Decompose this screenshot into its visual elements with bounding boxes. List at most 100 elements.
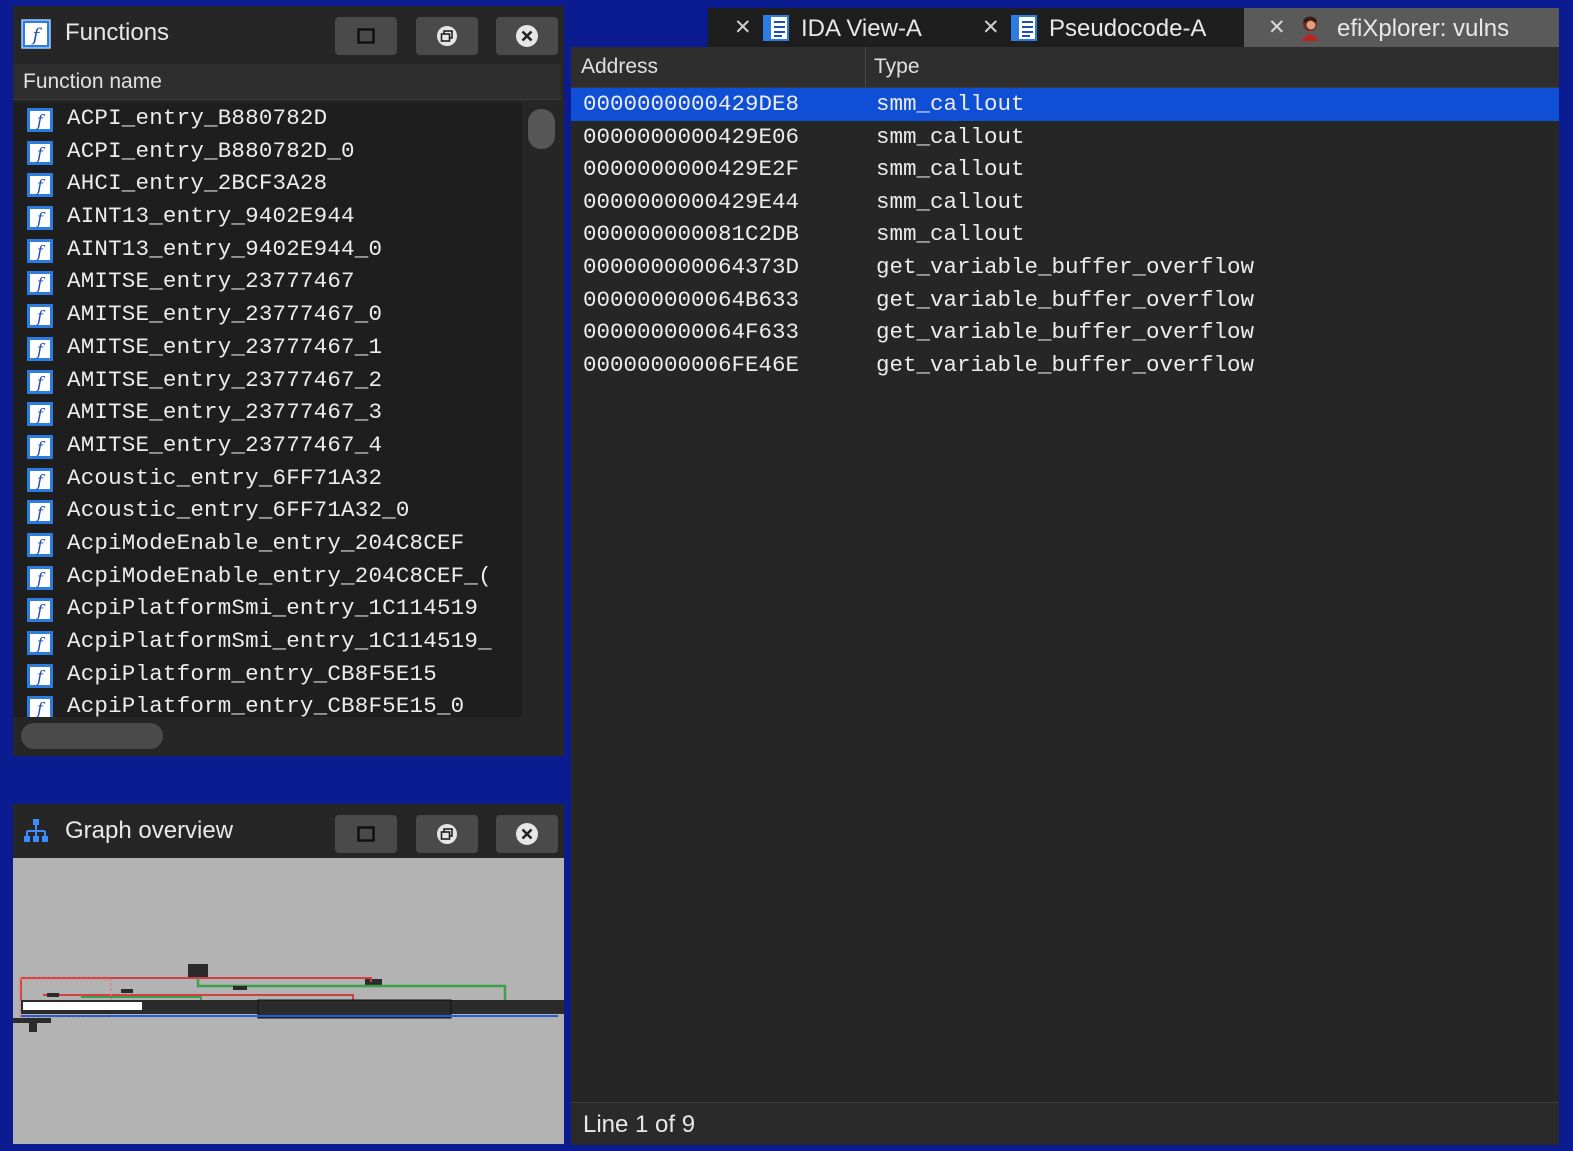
function-name: AINT13_entry_9402E944 <box>67 203 355 230</box>
function-list-item[interactable]: f AcpiPlatformSmi_entry_1C114519 <box>13 592 522 625</box>
type-cell: smm_callout <box>876 188 1025 215</box>
function-name: Acoustic_entry_6FF71A32_0 <box>67 497 410 524</box>
function-name: ACPI_entry_B880782D_0 <box>67 137 355 164</box>
table-row[interactable]: 00000000006FE46E get_variable_buffer_over… <box>571 349 1559 382</box>
function-name: AMITSE_entry_23777467_0 <box>67 301 383 328</box>
graph-tree-icon <box>24 819 48 842</box>
type-cell: get_variable_buffer_overflow <box>876 351 1255 378</box>
type-cell: smm_callout <box>876 91 1025 117</box>
function-list-item[interactable]: f ACPI_entry_B880782D <box>13 102 522 135</box>
functions-vertical-scroll-thumb[interactable] <box>528 109 555 149</box>
function-f-icon: f <box>27 173 53 198</box>
function-name: AHCI_entry_2BCF3A28 <box>67 170 328 197</box>
function-f-icon: f <box>27 565 53 590</box>
function-name: AMITSE_entry_23777467_2 <box>67 366 383 393</box>
graph-maximize-button[interactable] <box>335 815 397 853</box>
tab-close-icon[interactable]: ✕ <box>1268 15 1286 40</box>
function-list-item[interactable]: f AcpiPlatform_entry_CB8F5E15 <box>13 658 522 691</box>
close-icon <box>516 25 538 47</box>
function-list-item[interactable]: f AMITSE_entry_23777467_3 <box>13 396 522 429</box>
function-list-item[interactable]: f AINT13_entry_9402E944_0 <box>13 233 522 266</box>
functions-list[interactable]: f ACPI_entry_B880782D f ACPI_entry_B880782D… <box>13 102 522 717</box>
graph-overview-canvas[interactable] <box>13 858 564 1144</box>
status-text: Line 1 of 9 <box>583 1111 696 1138</box>
graph-overview-title: Graph overview <box>65 817 234 844</box>
type-cell: get_variable_buffer_overflow <box>876 319 1255 346</box>
function-f-icon: f <box>27 336 53 361</box>
function-list-item[interactable]: f AMITSE_entry_23777467 <box>13 265 522 298</box>
function-list-item[interactable]: f Acoustic_entry_6FF71A32_0 <box>13 494 522 527</box>
restore-window-icon <box>437 824 457 844</box>
tab-ida-view[interactable]: ✕ IDA View-A <box>708 8 956 48</box>
function-f-icon: f <box>27 696 53 717</box>
function-list-item[interactable]: f AcpiPlatformSmi_entry_1C114519_ <box>13 625 522 658</box>
functions-panel: f Functions Function name f ACPI_entry_B8… <box>13 6 564 756</box>
function-f-icon: f <box>27 434 53 459</box>
graph-close-button[interactable] <box>496 815 558 853</box>
function-name: AcpiPlatform_entry_CB8F5E15 <box>67 660 437 687</box>
function-f-icon: f <box>27 467 53 492</box>
graph-node-current <box>23 1002 142 1010</box>
float-button[interactable] <box>416 17 478 55</box>
function-name-column-header[interactable]: Function name <box>13 64 561 100</box>
function-list-item[interactable]: f AMITSE_entry_23777467_2 <box>13 364 522 397</box>
address-cell: 0000000000429E06 <box>583 123 800 150</box>
address-cell: 0000000000429E2F <box>583 156 800 183</box>
function-f-icon: f <box>27 304 53 329</box>
tab-efixplorer-vulns[interactable]: ✕ efiXplorer: vulns <box>1244 8 1559 48</box>
graph-float-button[interactable] <box>416 815 478 853</box>
function-name: AcpiModeEnable_entry_204C8CEF_( <box>67 562 492 589</box>
function-name: AcpiPlatform_entry_CB8F5E15_0 <box>67 693 465 717</box>
table-row[interactable]: 0000000000429DE8 smm_callout <box>571 88 1559 121</box>
close-panel-button[interactable] <box>496 17 558 55</box>
tab-bar: ✕ IDA View-A ✕ Pseudocode-A ✕ efiXplorer… <box>708 8 1559 48</box>
graph-node <box>47 993 59 997</box>
function-name: AMITSE_entry_23777467_3 <box>67 399 383 426</box>
function-name: AMITSE_entry_23777467_4 <box>67 431 383 458</box>
type-column-header[interactable]: Type <box>874 55 920 79</box>
function-list-item[interactable]: f AcpiPlatform_entry_CB8F5E15_0 <box>13 690 522 717</box>
tab-pseudocode[interactable]: ✕ Pseudocode-A <box>978 8 1240 48</box>
table-row[interactable]: 0000000000429E06 smm_callout <box>571 121 1559 154</box>
tab-close-icon[interactable]: ✕ <box>734 15 752 40</box>
maximize-icon <box>357 826 375 842</box>
table-row[interactable]: 000000000064F633 get_variable_buffer_over… <box>571 316 1559 349</box>
function-f-icon: f <box>27 500 53 525</box>
function-list-item[interactable]: f Acoustic_entry_6FF71A32 <box>13 462 522 495</box>
function-list-item[interactable]: f AHCI_entry_2BCF3A28 <box>13 167 522 200</box>
type-cell: smm_callout <box>876 156 1025 183</box>
address-cell: 000000000064373D <box>583 253 800 280</box>
function-list-item[interactable]: f AMITSE_entry_23777467_4 <box>13 429 522 462</box>
function-name: AcpiPlatformSmi_entry_1C114519_ <box>67 628 492 654</box>
graph-overview-panel: Graph overview <box>13 804 564 1144</box>
maximize-icon <box>357 28 375 44</box>
tab-close-icon[interactable]: ✕ <box>982 15 1000 40</box>
function-list-item[interactable]: f AcpiModeEnable_entry_204C8CEF <box>13 527 522 560</box>
function-list-item[interactable]: f AMITSE_entry_23777467_0 <box>13 298 522 331</box>
table-row[interactable]: 000000000064373D get_variable_buffer_over… <box>571 251 1559 284</box>
function-list-item[interactable]: f AcpiModeEnable_entry_204C8CEF_( <box>13 560 522 593</box>
column-separator[interactable] <box>865 47 866 87</box>
table-row[interactable]: 000000000064B633 get_variable_buffer_over… <box>571 284 1559 317</box>
table-row[interactable]: 000000000081C2DB smm_callout <box>571 218 1559 251</box>
function-list-item[interactable]: f AMITSE_entry_23777467_1 <box>13 331 522 364</box>
graph-edge-red <box>21 977 372 982</box>
efixplorer-avatar-icon <box>1301 16 1319 41</box>
function-f-icon: f <box>27 238 53 263</box>
table-row[interactable]: 0000000000429E44 smm_callout <box>571 186 1559 219</box>
functions-vertical-scrollbar[interactable] <box>522 102 561 717</box>
function-f-icon: f <box>27 369 53 394</box>
type-cell: smm_callout <box>876 221 1025 248</box>
type-cell: smm_callout <box>876 123 1025 150</box>
type-cell: get_variable_buffer_overflow <box>876 253 1255 280</box>
function-f-icon: f <box>27 206 53 231</box>
function-name: AcpiPlatformSmi_entry_1C114519 <box>67 595 479 622</box>
function-name: AMITSE_entry_23777467_1 <box>67 333 383 360</box>
function-list-item[interactable]: f ACPI_entry_B880782D_0 <box>13 135 522 168</box>
functions-horizontal-scroll-thumb[interactable] <box>21 723 163 749</box>
function-name: ACPI_entry_B880782D <box>67 105 328 131</box>
address-column-header[interactable]: Address <box>581 55 658 79</box>
function-list-item[interactable]: f AINT13_entry_9402E944 <box>13 200 522 233</box>
table-row[interactable]: 0000000000429E2F smm_callout <box>571 153 1559 186</box>
maximize-button[interactable] <box>335 17 397 55</box>
